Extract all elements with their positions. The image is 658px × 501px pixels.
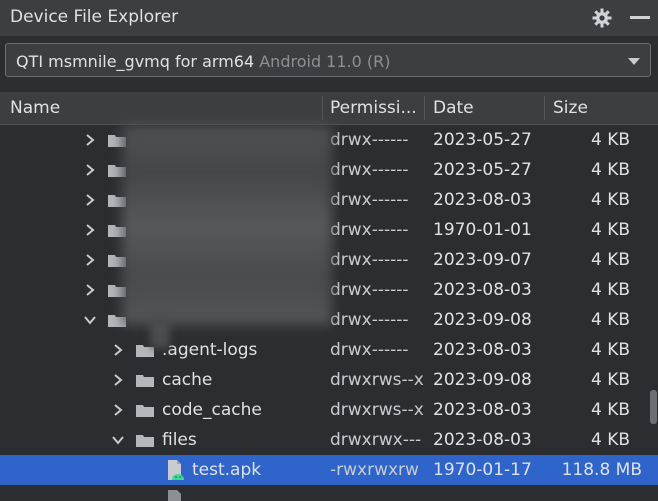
row-date: 2023-08-03 — [433, 430, 532, 450]
row-size: 4 KB — [590, 160, 630, 180]
column-resize-handle[interactable] — [544, 96, 545, 120]
table-header: Name Permissi... Date Size — [0, 92, 658, 125]
chevron-down-icon[interactable] — [112, 433, 124, 447]
column-size-header[interactable]: Size — [553, 92, 588, 124]
row-permissions: drwxrwx--- — [330, 430, 422, 450]
row-permissions: drwx------ — [330, 160, 409, 180]
row-date: 2023-08-03 — [433, 400, 532, 420]
folder-icon — [136, 375, 154, 387]
row-size: 4 KB — [590, 250, 630, 270]
row-size: 4 KB — [590, 130, 630, 150]
row-size: 4 KB — [590, 310, 630, 330]
row-permissions: drwxrws--x — [330, 400, 424, 420]
row-date: 2023-08-03 — [433, 190, 532, 210]
row-date: 1970-01-17 — [433, 460, 532, 480]
table-row[interactable]: cache drwxrws--x 2023-09-08 4 KB — [0, 365, 658, 395]
chevron-right-icon[interactable] — [112, 343, 124, 357]
row-permissions: drwx------ — [330, 340, 409, 360]
device-selector-value: QTI msmnile_gvmq for arm64 Android 11.0 … — [16, 52, 391, 71]
device-name: QTI msmnile_gvmq for arm64 — [16, 52, 255, 71]
chevron-right-icon[interactable] — [84, 253, 96, 267]
row-permissions: drwx------ — [330, 310, 409, 330]
row-permissions: drwx------ — [330, 280, 409, 300]
minimize-icon[interactable] — [630, 16, 650, 19]
row-size: 4 KB — [590, 220, 630, 240]
table-row[interactable]: .agent-logs drwx------ 2023-08-03 4 KB — [0, 335, 658, 365]
chevron-right-icon[interactable] — [84, 163, 96, 177]
column-resize-handle[interactable] — [424, 96, 425, 120]
row-date: 2023-05-27 — [433, 160, 532, 180]
redaction-blur — [150, 318, 170, 348]
row-size: 4 KB — [590, 370, 630, 390]
chevron-right-icon[interactable] — [84, 193, 96, 207]
column-name-header[interactable]: Name — [10, 92, 60, 124]
row-permissions: drwx------ — [330, 130, 409, 150]
column-resize-handle[interactable] — [322, 96, 323, 120]
row-date: 2023-08-03 — [433, 340, 532, 360]
android-apk-icon — [168, 490, 181, 501]
row-size: 4 KB — [590, 340, 630, 360]
table-row-selected[interactable]: test.apk -rwxrwxrw 1970-01-17 118.8 MB — [0, 455, 658, 485]
row-size: 4 KB — [590, 280, 630, 300]
table-row[interactable] — [0, 485, 658, 501]
chevron-right-icon[interactable] — [84, 223, 96, 237]
chevron-right-icon[interactable] — [112, 403, 124, 417]
row-permissions: drwxrws--x — [330, 370, 424, 390]
android-apk-icon — [168, 460, 184, 480]
row-name: cache — [162, 370, 213, 390]
row-size: 4 KB — [590, 400, 630, 420]
redaction-blur — [122, 125, 332, 325]
row-date: 1970-01-01 — [433, 220, 532, 240]
chevron-down-icon[interactable] — [84, 313, 96, 327]
row-date: 2023-09-08 — [433, 310, 532, 330]
table-row[interactable]: files drwxrwx--- 2023-08-03 4 KB — [0, 425, 658, 455]
row-size: 4 KB — [590, 430, 630, 450]
column-date-header[interactable]: Date — [433, 92, 474, 124]
chevron-right-icon[interactable] — [84, 283, 96, 297]
row-permissions: drwx------ — [330, 190, 409, 210]
gear-icon[interactable] — [592, 8, 612, 28]
row-name: .agent-logs — [162, 340, 258, 360]
panel-titlebar: Device File Explorer — [0, 0, 658, 36]
panel-title: Device File Explorer — [10, 7, 179, 27]
row-size: 4 KB — [590, 190, 630, 210]
folder-icon — [136, 405, 154, 417]
row-date: 2023-09-08 — [433, 370, 532, 390]
table-row[interactable]: code_cache drwxrws--x 2023-08-03 4 KB — [0, 395, 658, 425]
row-name: code_cache — [162, 400, 262, 420]
row-name: files — [162, 430, 197, 450]
device-os: Android 11.0 (R) — [259, 52, 391, 71]
vertical-scrollbar[interactable] — [650, 390, 657, 424]
chevron-down-icon[interactable] — [628, 58, 640, 65]
row-permissions: -rwxrwxrw — [330, 460, 419, 480]
row-permissions: drwx------ — [330, 220, 409, 240]
folder-icon — [136, 435, 154, 447]
row-name: test.apk — [192, 460, 262, 480]
row-permissions: drwx------ — [330, 250, 409, 270]
row-date: 2023-09-07 — [433, 250, 532, 270]
chevron-right-icon[interactable] — [84, 133, 96, 147]
device-selector[interactable]: QTI msmnile_gvmq for arm64 Android 11.0 … — [5, 43, 651, 77]
row-size: 118.8 MB — [561, 460, 642, 480]
row-date: 2023-05-27 — [433, 130, 532, 150]
row-date: 2023-08-03 — [433, 280, 532, 300]
column-permissions-header[interactable]: Permissi... — [330, 92, 417, 124]
chevron-right-icon[interactable] — [112, 373, 124, 387]
